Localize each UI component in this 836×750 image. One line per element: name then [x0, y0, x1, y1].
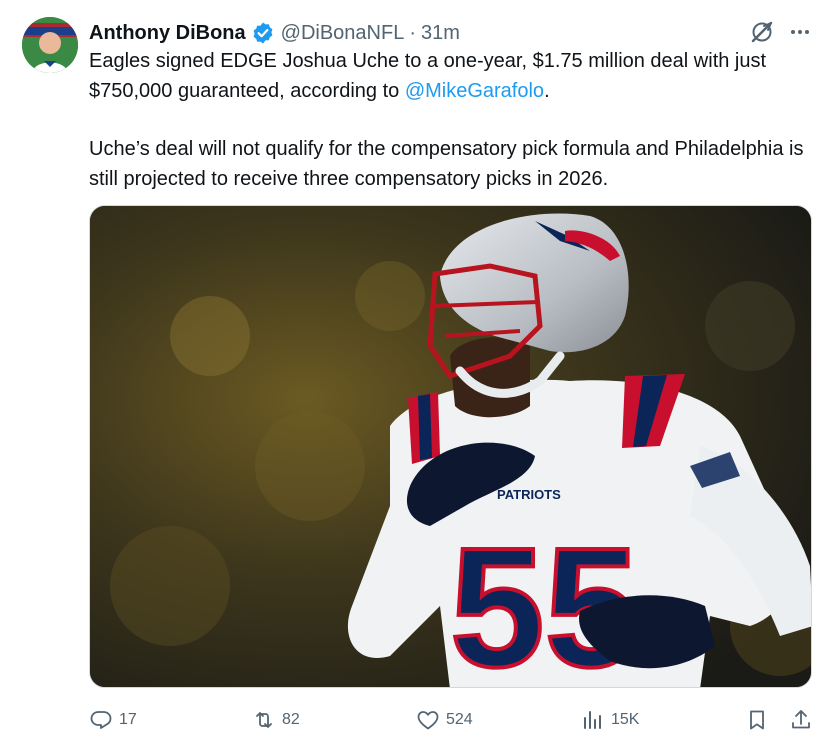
- share-icon: [792, 710, 810, 729]
- mention-link[interactable]: @MikeGarafolo: [405, 80, 544, 102]
- reply-icon: [90, 711, 112, 729]
- tweet-timestamp[interactable]: 31m: [421, 22, 460, 45]
- like-button[interactable]: 524: [416, 700, 473, 740]
- verified-badge-icon[interactable]: [251, 21, 275, 45]
- separator-dot: ·: [409, 21, 417, 44]
- share-button[interactable]: [789, 700, 813, 740]
- views-count: 15K: [611, 711, 640, 728]
- tweet-text: Eagles signed EDGE Joshua Uche to a one-…: [89, 47, 819, 194]
- reply-count: 17: [119, 711, 137, 728]
- tweet-header: Anthony DiBona @DiBonaNFL · 31m: [89, 16, 460, 50]
- like-icon: [417, 711, 439, 730]
- tweet-actions: 17 82 524 15K: [89, 700, 819, 740]
- author-handle[interactable]: @DiBonaNFL: [281, 22, 405, 45]
- author-name[interactable]: Anthony DiBona: [89, 22, 246, 45]
- more-icon[interactable]: [786, 18, 814, 46]
- jersey-wordmark: PATRIOTS: [497, 487, 561, 502]
- like-count: 524: [446, 711, 473, 728]
- repost-icon: [256, 712, 272, 728]
- tweet-paragraph-2: Uche’s deal will not qualify for the com…: [89, 138, 804, 190]
- avatar[interactable]: [22, 17, 78, 73]
- bookmark-button[interactable]: [745, 700, 769, 740]
- tweet-text-end: .: [544, 79, 550, 102]
- repost-count: 82: [282, 711, 300, 728]
- grok-icon[interactable]: [748, 18, 776, 46]
- tweet-paragraph-1: Eagles signed EDGE Joshua Uche to a one-…: [89, 47, 819, 106]
- views-icon: [584, 711, 601, 729]
- tweet-photo[interactable]: 55 PATRIOTS: [89, 205, 812, 688]
- views-button[interactable]: 15K: [581, 700, 639, 740]
- reply-button[interactable]: 17: [89, 700, 137, 740]
- bookmark-icon: [750, 710, 764, 730]
- repost-button[interactable]: 82: [252, 700, 300, 740]
